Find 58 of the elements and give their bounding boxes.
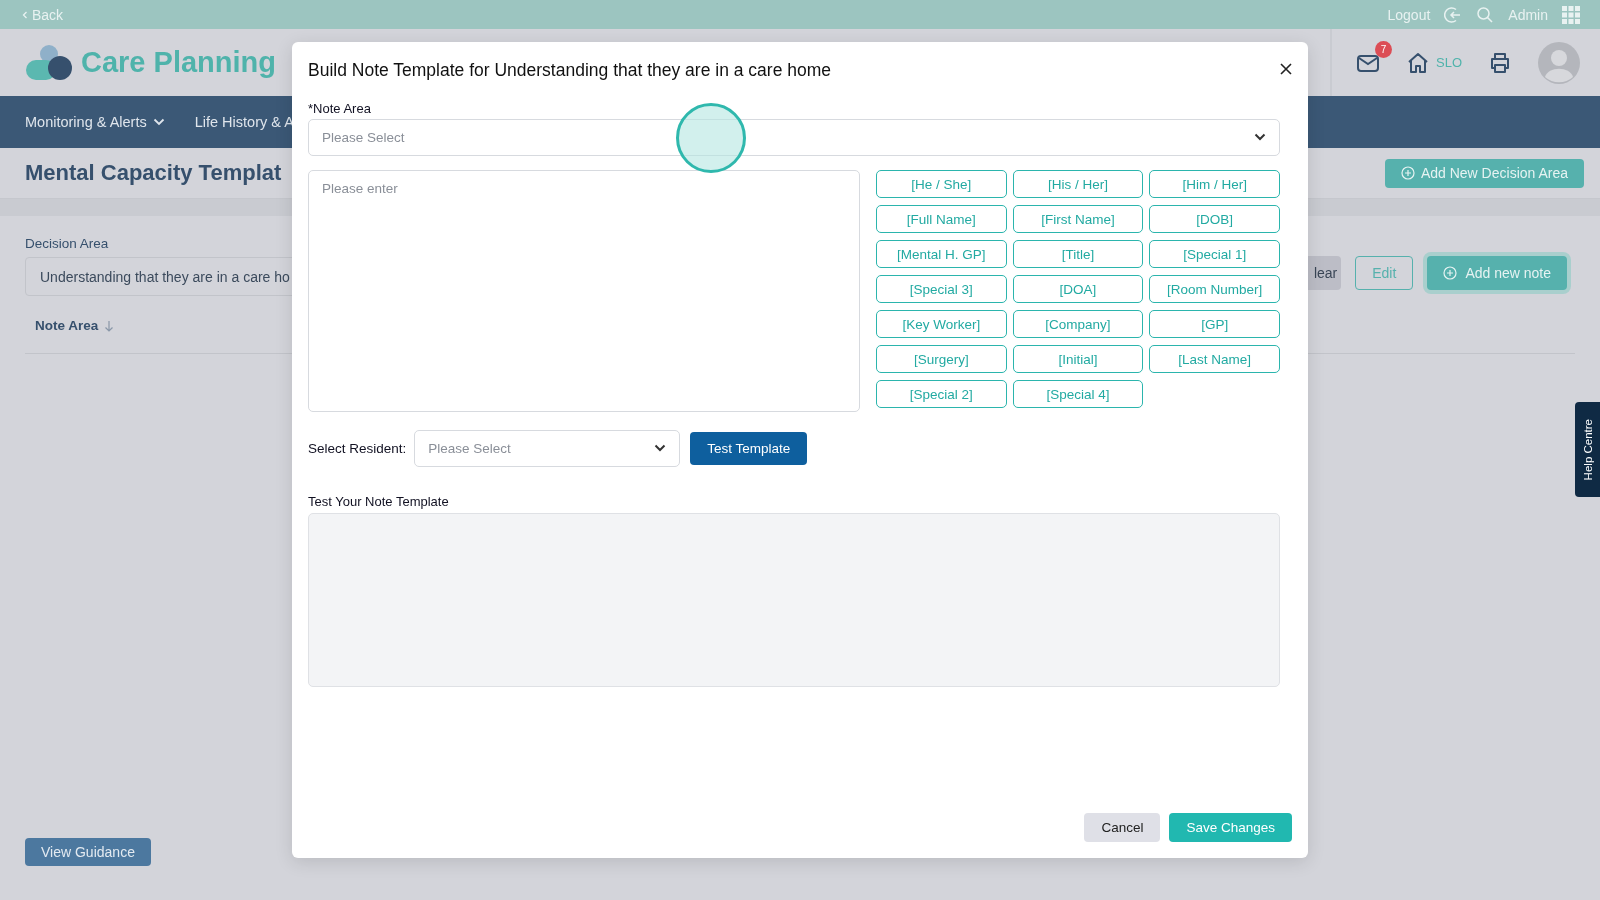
home-icon bbox=[1406, 50, 1430, 75]
select-resident-label: Select Resident: bbox=[308, 441, 407, 456]
chevron-down-icon[interactable] bbox=[654, 444, 667, 452]
page-title: Mental Capacity Templat bbox=[25, 160, 282, 186]
placeholder-token-button[interactable]: [He / She] bbox=[876, 170, 1007, 198]
apps-grid-icon[interactable] bbox=[1562, 5, 1580, 24]
placeholder-token-button[interactable]: [GP] bbox=[1149, 310, 1280, 338]
logout-icon[interactable] bbox=[1444, 5, 1463, 24]
placeholder-token-button[interactable]: [Mental H. GP] bbox=[876, 240, 1007, 268]
notification-badge: 7 bbox=[1375, 40, 1392, 58]
home-label[interactable]: SLO bbox=[1436, 55, 1462, 70]
placeholder-token-button[interactable]: [Initial] bbox=[1012, 345, 1144, 373]
placeholder-token-button[interactable]: [Surgery] bbox=[876, 345, 1007, 373]
dialog-button[interactable]: Cancel bbox=[1084, 813, 1161, 842]
help-centre-tab[interactable]: Help Centre bbox=[1575, 402, 1600, 497]
logout-link[interactable]: Logout bbox=[1387, 6, 1431, 23]
decision-area-label: Decision Area bbox=[25, 236, 110, 251]
search-icon[interactable] bbox=[1476, 5, 1495, 24]
placeholder-token-button[interactable]: [His / Her] bbox=[1012, 170, 1144, 198]
placeholder-token-button[interactable]: [First Name] bbox=[1012, 205, 1144, 233]
home-link[interactable]: SLO bbox=[1406, 50, 1462, 75]
placeholder-token-button[interactable]: [DOB] bbox=[1149, 205, 1280, 233]
note-text-area[interactable]: Please enter bbox=[308, 170, 860, 412]
close-icon[interactable] bbox=[1280, 62, 1292, 75]
placeholder-token-button[interactable]: [Him / Her] bbox=[1149, 170, 1280, 198]
placeholder-token-button[interactable]: [Title] bbox=[1012, 240, 1144, 268]
add-decision-area-button[interactable]: Add New Decision Area bbox=[1384, 158, 1584, 188]
placeholder-token-button[interactable]: [Special 3] bbox=[876, 275, 1007, 303]
dialog-button[interactable]: Save Changes bbox=[1169, 813, 1292, 842]
note-area-select[interactable]: Please Select bbox=[308, 119, 1280, 156]
placeholder-token-button[interactable]: [Special 1] bbox=[1149, 240, 1280, 268]
avatar[interactable] bbox=[1538, 41, 1580, 84]
user-name[interactable]: Admin bbox=[1508, 6, 1548, 23]
app-name: Care Planning bbox=[81, 46, 276, 79]
placeholder-token-button[interactable]: [Special 2] bbox=[876, 380, 1007, 408]
placeholder-token-button[interactable]: [Full Name] bbox=[876, 205, 1007, 233]
preview-label: Test Your Note Template bbox=[308, 494, 450, 509]
placeholder-token-button[interactable]: [Room Number] bbox=[1149, 275, 1280, 303]
modal-title: Build Note Template for Understanding that they are in a care home bbox=[308, 59, 832, 81]
placeholder-token-button[interactable]: [Company] bbox=[1012, 310, 1144, 338]
test-template-button[interactable]: Test Template bbox=[690, 432, 808, 465]
action-button[interactable]: Edit bbox=[1355, 256, 1414, 290]
note-area-label: *Note Area bbox=[308, 101, 372, 116]
placeholder-token-button[interactable]: [Last Name] bbox=[1149, 345, 1280, 373]
chevron-down-icon[interactable] bbox=[1254, 133, 1266, 141]
placeholder-token-button[interactable]: [Special 4] bbox=[1012, 380, 1144, 408]
resident-select[interactable]: Please Select bbox=[414, 430, 681, 467]
nav-item[interactable]: Monitoring & Alerts bbox=[25, 114, 167, 130]
logo-icon bbox=[25, 42, 73, 83]
chevron-left-icon[interactable] bbox=[20, 9, 30, 20]
plus-circle-icon[interactable] bbox=[1400, 166, 1415, 180]
placeholder-token-button[interactable]: [DOA] bbox=[1012, 275, 1144, 303]
view-guidance-button[interactable]: View Guidance bbox=[25, 838, 151, 866]
printer-icon[interactable] bbox=[1488, 50, 1512, 75]
placeholder-token-button[interactable]: [Key Worker] bbox=[876, 310, 1007, 338]
plus-circle-icon[interactable] bbox=[1443, 266, 1458, 280]
sort-arrow-icon[interactable] bbox=[104, 319, 115, 332]
back-link[interactable]: Back bbox=[20, 6, 64, 23]
